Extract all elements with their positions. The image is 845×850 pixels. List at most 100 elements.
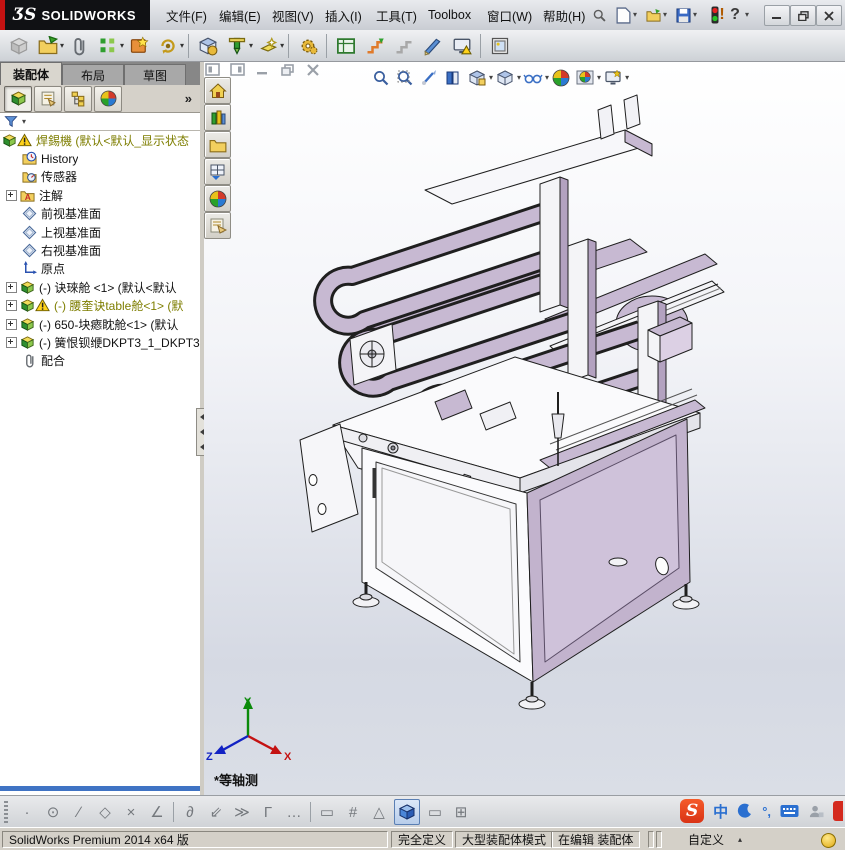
expand-icon[interactable] — [6, 300, 17, 311]
reference-geometry-button[interactable] — [254, 32, 281, 59]
line-tool-icon[interactable]: ∕ — [66, 804, 92, 821]
insert-components-dropdown-icon[interactable]: ▾ — [60, 41, 64, 50]
tree-item-history[interactable]: History — [0, 149, 200, 167]
expand-icon[interactable] — [6, 319, 17, 330]
tree-item-top-plane[interactable]: 上视基准面 — [0, 223, 200, 241]
property-manager-tab-button[interactable] — [34, 86, 62, 112]
panel-splitter-bar[interactable] — [0, 786, 200, 791]
expand-icon[interactable] — [6, 337, 17, 348]
polygon-tool-icon[interactable]: ◇ — [92, 803, 118, 821]
close-button[interactable] — [816, 5, 842, 26]
sogou-toolbox-icon[interactable] — [833, 801, 843, 821]
measure-icon[interactable]: △ — [366, 803, 392, 821]
smart-fasteners-button[interactable] — [125, 32, 152, 59]
corner-tool-icon[interactable]: Γ — [255, 804, 281, 821]
four-viewport-icon[interactable]: ⊞ — [448, 803, 474, 821]
help-icon[interactable]: ? — [728, 4, 742, 26]
expand-icon[interactable] — [6, 282, 17, 293]
interference-detection-button[interactable] — [419, 32, 446, 59]
menu-view[interactable]: 视图(V) — [264, 0, 322, 30]
user-profile-icon[interactable] — [808, 804, 824, 819]
menu-help[interactable]: 帮助(H) — [535, 0, 593, 30]
tree-item-right-plane[interactable]: 右视基准面 — [0, 241, 200, 259]
assembly-features-dropdown-icon[interactable]: ▾ — [249, 41, 253, 50]
mate-button[interactable] — [65, 32, 92, 59]
menu-file[interactable]: 文件(F) — [158, 0, 215, 30]
tab-layout[interactable]: 布局 — [62, 64, 124, 86]
move-component-dropdown-icon[interactable]: ▾ — [180, 41, 184, 50]
spline-tool-icon[interactable]: ∂ — [177, 804, 203, 821]
offset-tool-icon[interactable]: ≫ — [229, 803, 255, 821]
tree-item-component-2[interactable]: (-) 腰奎诀table舱<1> (默 — [0, 297, 200, 315]
menu-edit[interactable]: 编辑(E) — [211, 0, 269, 30]
tree-item-sensors[interactable]: 传感器 — [0, 168, 200, 186]
errors-icon[interactable]: ! — [716, 4, 728, 26]
ruler-icon[interactable]: ▭ — [314, 803, 340, 821]
sogou-logo-icon[interactable]: S — [680, 799, 704, 823]
view-orientation-label: *等轴测 — [214, 770, 258, 789]
custom-dropdown-icon[interactable]: ▴ — [738, 835, 742, 844]
new-document-dropdown-icon[interactable]: ▾ — [630, 4, 640, 26]
tag-coin-icon[interactable] — [819, 831, 838, 850]
chinese-mode-icon[interactable]: 中 — [713, 801, 728, 822]
reference-geometry-dropdown-icon[interactable]: ▾ — [280, 41, 284, 50]
angle-tool-icon[interactable]: ∠ — [144, 803, 170, 821]
feature-manager-tab-button[interactable] — [4, 86, 32, 112]
restore-button[interactable] — [790, 5, 816, 26]
soft-keyboard-icon[interactable] — [780, 804, 799, 818]
shaded-view-button[interactable] — [394, 799, 420, 825]
tree-item-component-3[interactable]: (-) 650-块瘱眈舱<1> (默认 — [0, 315, 200, 333]
filter-dropdown-icon[interactable]: ▾ — [22, 118, 26, 126]
motion-study-button[interactable] — [294, 32, 321, 59]
dimension-tool-icon[interactable]: … — [281, 804, 307, 821]
minimize-button[interactable] — [764, 5, 790, 26]
save-dropdown-icon[interactable]: ▾ — [690, 4, 700, 26]
bill-of-materials-button[interactable] — [332, 32, 359, 59]
punctuation-mode-icon[interactable]: °, — [762, 804, 771, 819]
explode-line-sketch-button[interactable] — [390, 32, 417, 59]
circle-tool-icon[interactable]: ⊙ — [40, 803, 66, 821]
toolbar-drag-handle[interactable] — [4, 801, 8, 823]
display-manager-tab-button[interactable] — [94, 86, 122, 112]
assembly-visualization-button[interactable] — [448, 32, 475, 59]
insert-components-button[interactable] — [34, 32, 61, 59]
panel-overflow-chevron-icon[interactable]: » — [185, 91, 192, 106]
mirror-tool-icon[interactable]: ⇙ — [203, 803, 229, 821]
expand-icon[interactable] — [6, 190, 17, 201]
fullmoon-halfmoon-icon[interactable] — [737, 803, 753, 819]
preview-window-button[interactable] — [486, 32, 513, 59]
tree-item-component-4[interactable]: (-) 簧恨钡缏DKPT3_1_DKPT3- — [0, 333, 200, 351]
show-hidden-components-button[interactable] — [194, 32, 221, 59]
feature-tree: 焊錫機 (默认<默认_显示状态 History 传感器 A 注解 前视基准面 — [0, 131, 200, 786]
component-pattern-dropdown-icon[interactable]: ▾ — [120, 41, 124, 50]
menu-tools[interactable]: 工具(T) — [368, 0, 425, 30]
trim-tool-icon[interactable]: × — [118, 804, 144, 821]
single-viewport-icon[interactable]: ▭ — [422, 803, 448, 821]
grid-icon[interactable]: # — [340, 804, 366, 821]
menu-insert[interactable]: 插入(I) — [317, 0, 370, 30]
assembly-3d-model[interactable] — [200, 62, 845, 795]
component-pattern-button[interactable] — [94, 32, 121, 59]
tree-item-root[interactable]: 焊錫機 (默认<默认_显示状态 — [0, 131, 200, 149]
move-component-button[interactable] — [154, 32, 181, 59]
tree-item-component-1[interactable]: (-) 诀琜舱 <1> (默认<默认 — [0, 278, 200, 296]
configuration-manager-tab-button[interactable] — [64, 86, 92, 112]
point-tool-icon[interactable]: · — [14, 804, 40, 821]
filter-funnel-icon[interactable] — [4, 115, 18, 128]
tree-item-origin[interactable]: 原点 — [0, 260, 200, 278]
tab-assembly[interactable]: 装配体 — [0, 62, 62, 86]
edit-component-button[interactable] — [5, 32, 32, 59]
tab-sketch[interactable]: 草图 — [124, 64, 186, 86]
search-icon[interactable] — [588, 4, 610, 26]
menu-toolbox[interactable]: Toolbox — [420, 0, 479, 30]
assembly-features-button[interactable] — [223, 32, 250, 59]
help-dropdown-icon[interactable]: ▾ — [742, 4, 752, 26]
open-document-dropdown-icon[interactable]: ▾ — [660, 4, 670, 26]
tree-item-front-plane[interactable]: 前视基准面 — [0, 205, 200, 223]
tree-item-mates[interactable]: 配合 — [0, 352, 200, 370]
graphics-viewport[interactable]: ▾ ▾ ▾ ▾ ▾ — [204, 62, 845, 795]
exploded-view-button[interactable] — [361, 32, 388, 59]
menu-window[interactable]: 窗口(W) — [479, 0, 540, 30]
status-custom[interactable]: 自定义 ▴ — [688, 831, 742, 848]
tree-item-annotations[interactable]: A 注解 — [0, 186, 200, 204]
